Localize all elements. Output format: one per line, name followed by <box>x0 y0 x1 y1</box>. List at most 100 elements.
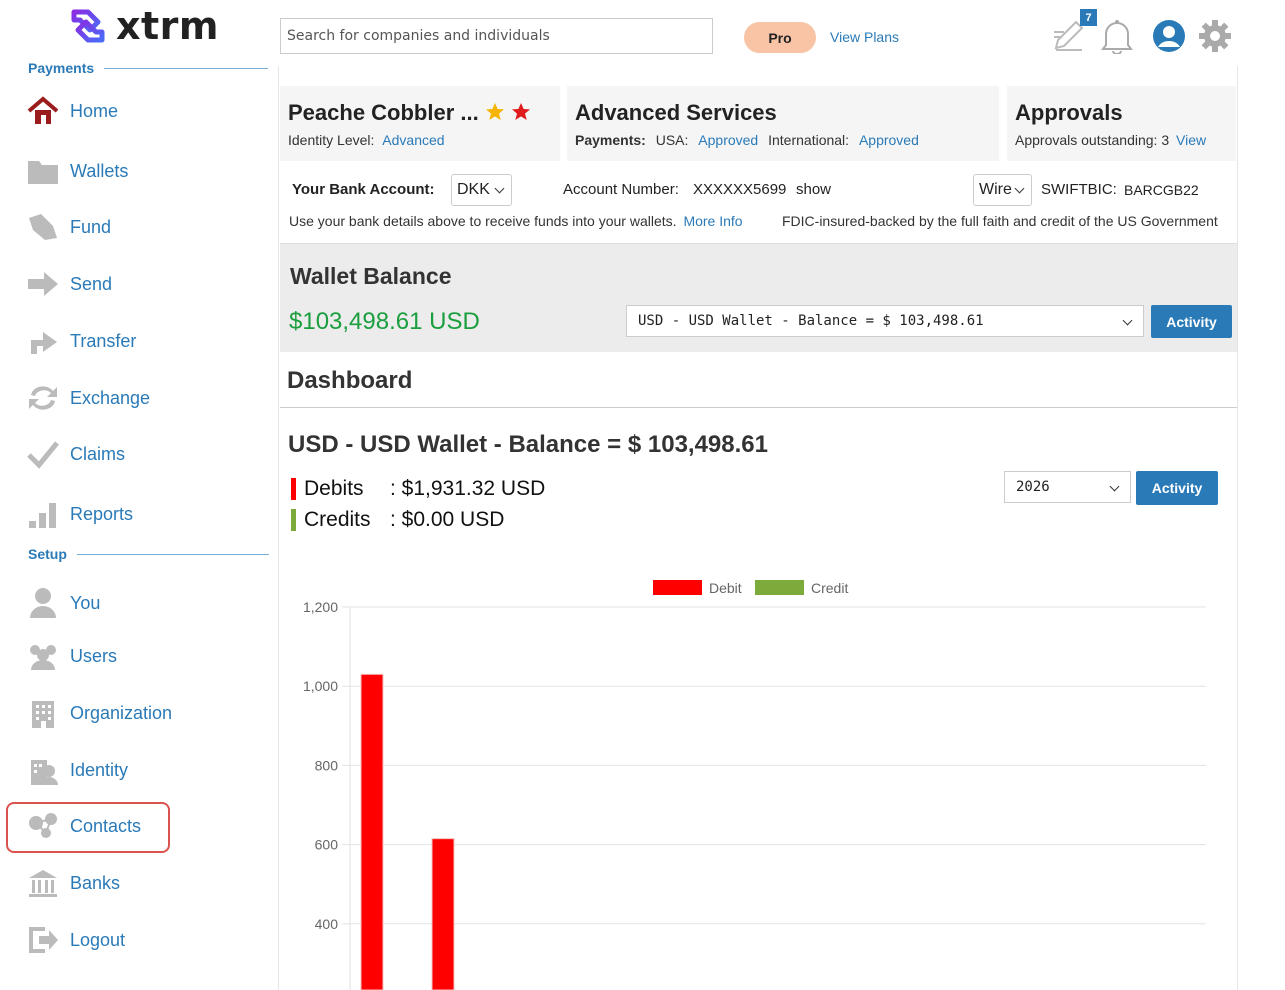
section-setup-label: Setup <box>28 546 67 562</box>
checkmark-icon <box>26 437 60 471</box>
sidebar-item-banks[interactable]: Banks <box>26 863 120 903</box>
dashboard-activity-button[interactable]: Activity <box>1136 471 1218 505</box>
usa-label: USA: <box>655 132 689 148</box>
identity-level-label: Identity Level: <box>288 132 375 148</box>
sidebar-item-logout[interactable]: Logout <box>26 920 125 960</box>
fdic-notice: FDIC-insured-backed by the full faith an… <box>782 213 1218 229</box>
more-info-link[interactable]: More Info <box>683 213 742 229</box>
y-tick-label: 400 <box>315 916 339 932</box>
folder-icon <box>26 154 60 188</box>
section-payments: Payments <box>28 60 269 76</box>
logo-text: xtrm <box>116 4 220 48</box>
y-tick-label: 1,200 <box>303 599 338 615</box>
services-status: Payments: USA: Approved International: A… <box>575 132 919 148</box>
logo-mark-icon <box>71 9 105 43</box>
bell-icon[interactable] <box>1100 18 1134 54</box>
logout-icon <box>26 923 60 957</box>
users-icon <box>26 639 60 673</box>
transfer-icon <box>26 324 60 358</box>
sidebar-item-home[interactable]: Home <box>26 91 118 131</box>
year-select-value: 2026 <box>1016 479 1050 495</box>
payments-label: Payments: <box>575 132 646 148</box>
gear-icon[interactable] <box>1198 19 1232 53</box>
star-gold-icon <box>485 103 504 120</box>
sidebar-item-label: Fund <box>70 216 112 237</box>
sidebar-item-label: Identity <box>70 759 129 780</box>
dashboard-divider <box>280 407 1237 408</box>
credits-summary: Credits : $0.00 USD <box>291 508 504 532</box>
services-card: Advanced Services Payments: USA: Approve… <box>567 86 999 161</box>
approvals-card: Approvals Approvals outstanding: 3 View <box>1007 86 1236 161</box>
sidebar-item-label: Banks <box>70 872 121 893</box>
notification-badge: 7 <box>1080 9 1097 26</box>
sidebar-item-reports[interactable]: Reports <box>26 494 133 534</box>
sidebar-item-send[interactable]: Send <box>26 264 112 304</box>
usa-status-link[interactable]: Approved <box>698 132 758 148</box>
sidebar-item-label: Wallets <box>70 160 129 181</box>
swift-value: BARCGB22 <box>1124 182 1199 198</box>
debits-label: Debits <box>304 477 364 500</box>
pro-button[interactable]: Pro <box>744 22 816 53</box>
section-divider <box>76 553 269 555</box>
identity-level: Identity Level: Advanced <box>288 132 445 148</box>
currency-select-value: DKK <box>457 181 490 198</box>
logo[interactable]: xtrm <box>66 4 219 48</box>
wallet-select-value: USD - USD Wallet - Balance = $ 103,498.6… <box>638 313 984 329</box>
sidebar-item-label: Contacts <box>70 815 142 836</box>
sidebar-item-identity[interactable]: Identity <box>26 750 128 790</box>
identity-level-link[interactable]: Advanced <box>382 132 444 148</box>
debit-bar <box>431 838 455 990</box>
profile-card: Peache Cobbler ... Identity Level: Advan… <box>280 86 560 161</box>
view-plans-link[interactable]: View Plans <box>830 29 899 45</box>
currency-select[interactable]: DKK <box>451 174 512 206</box>
exchange-icon <box>26 381 60 415</box>
wallet-select[interactable]: USD - USD Wallet - Balance = $ 103,498.6… <box>626 305 1144 337</box>
chevron-down-icon <box>494 183 505 194</box>
credit-color-marker <box>291 509 296 531</box>
debit-bar <box>360 673 384 990</box>
sidebar-item-label: Logout <box>70 929 126 950</box>
arrow-right-icon <box>26 267 60 301</box>
profile-name: Peache Cobbler ... <box>288 100 531 126</box>
legend-label: Credit <box>811 580 848 596</box>
sidebar-item-label: Exchange <box>70 387 151 408</box>
search-input[interactable] <box>280 18 713 54</box>
sidebar-item-wallets[interactable]: Wallets <box>26 151 128 191</box>
legend-swatch <box>653 580 702 595</box>
home-icon <box>26 94 60 128</box>
sidebar-item-contacts[interactable]: Contacts <box>26 806 141 846</box>
show-account-link[interactable]: show <box>796 181 831 198</box>
bank-instructions-text: Use your bank details above to receive f… <box>289 213 677 229</box>
sidebar-item-you[interactable]: You <box>26 583 100 623</box>
approvals-view-link[interactable]: View <box>1176 132 1206 148</box>
section-divider <box>104 67 269 69</box>
dashboard-title: Dashboard <box>287 367 413 394</box>
sidebar-item-fund[interactable]: Fund <box>26 207 111 247</box>
y-tick-label: 1,000 <box>303 678 338 694</box>
sidebar-item-users[interactable]: Users <box>26 636 117 676</box>
method-select-value: Wire <box>979 181 1012 198</box>
sidebar-item-label: Transfer <box>70 330 137 351</box>
chevron-down-icon <box>1122 315 1133 326</box>
chevron-down-icon <box>1109 481 1120 492</box>
swift-label: SWIFTBIC: <box>1041 181 1117 198</box>
wallet-activity-button[interactable]: Activity <box>1151 305 1232 338</box>
bank-icon <box>26 866 60 900</box>
international-status-link[interactable]: Approved <box>859 132 919 148</box>
year-select[interactable]: 2026 <box>1004 471 1131 503</box>
sidebar-item-claims[interactable]: Claims <box>26 434 125 474</box>
user-avatar-icon[interactable] <box>1152 19 1186 53</box>
building-icon <box>26 696 60 730</box>
method-select[interactable]: Wire <box>973 174 1032 206</box>
approvals-title: Approvals <box>1015 100 1123 125</box>
sidebar-item-label: Home <box>70 100 119 121</box>
services-title: Advanced Services <box>575 100 777 125</box>
international-label: International: <box>768 132 850 148</box>
approvals-outstanding: Approvals outstanding: 3 View <box>1015 132 1206 148</box>
star-red-icon <box>511 103 530 120</box>
sidebar-item-organization[interactable]: Organization <box>26 693 172 733</box>
content-border-left <box>278 66 279 990</box>
account-number-value: XXXXXX5699 <box>693 181 787 198</box>
sidebar-item-transfer[interactable]: Transfer <box>26 321 136 361</box>
sidebar-item-exchange[interactable]: Exchange <box>26 378 150 418</box>
